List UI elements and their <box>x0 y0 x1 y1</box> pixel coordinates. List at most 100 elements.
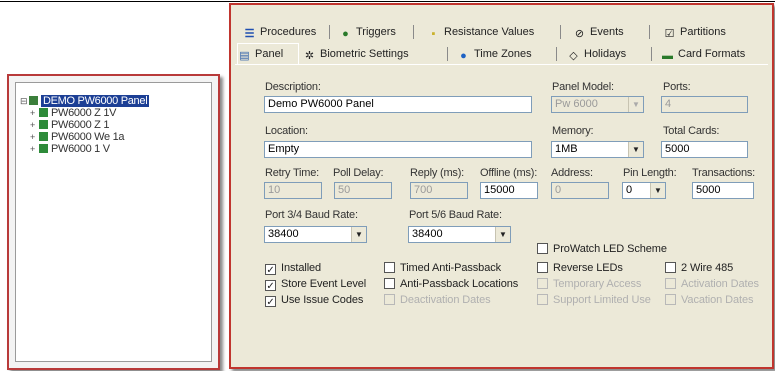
expand-icon[interactable]: + <box>30 107 37 119</box>
offline-label: Offline (ms): <box>480 167 538 179</box>
tab-label: Procedures <box>260 26 317 38</box>
vacation-dates-checkbox[interactable]: Vacation Dates <box>665 294 753 307</box>
events-icon: ⊘ <box>574 28 585 40</box>
biometric-icon: ✲ <box>304 50 315 62</box>
description-label: Description: <box>265 81 321 93</box>
chevron-down-icon[interactable]: ▼ <box>628 97 643 112</box>
checkbox-box[interactable] <box>537 294 548 305</box>
holidays-icon: ◇ <box>569 50 578 62</box>
two-wire-485-checkbox[interactable]: 2 Wire 485 <box>665 262 733 275</box>
checkbox-box[interactable] <box>384 262 395 273</box>
tab-resistance-values[interactable]: ▪ Resistance Values <box>427 23 535 41</box>
tab-label: Holidays <box>584 48 627 60</box>
description-input[interactable]: Demo PW6000 Panel <box>264 96 532 113</box>
checkbox-box[interactable] <box>384 278 395 289</box>
checkbox-label: Store Event Level <box>281 278 367 290</box>
card-icon: ▬ <box>662 50 673 62</box>
retry-time-label: Retry Time: <box>265 167 320 179</box>
tab-holidays[interactable]: ◇ Holidays <box>567 45 626 63</box>
tree-item-label: PW6000 1 V <box>51 143 110 155</box>
checkbox-box[interactable] <box>537 278 548 289</box>
tree-item-root[interactable]: ⊟ DEMO PW6000 Panel <box>20 95 150 107</box>
expand-icon[interactable]: + <box>30 119 37 131</box>
checkbox-label: Anti-Passback Locations <box>400 278 519 290</box>
collapse-icon[interactable]: ⊟ <box>20 95 28 107</box>
installed-checkbox[interactable]: ✓ Installed <box>265 262 321 276</box>
expand-icon[interactable]: + <box>30 131 37 143</box>
tab-triggers[interactable]: ● Triggers <box>339 23 396 41</box>
prowatch-led-checkbox[interactable]: ProWatch LED Scheme <box>537 243 667 256</box>
tab-divider <box>235 64 768 65</box>
tab-procedures[interactable]: ☰ Procedures <box>243 23 317 41</box>
tab-card-formats[interactable]: ▬ Card Formats <box>661 45 745 63</box>
checkbox-label: ProWatch LED Scheme <box>553 243 667 255</box>
port34-baud-select[interactable]: 38400 ▼ <box>264 226 367 243</box>
location-input[interactable]: Empty <box>264 141 532 158</box>
checkmark-icon[interactable]: ✓ <box>265 296 276 308</box>
panel-properties-dialog: ☰ Procedures ● Triggers ▪ Resistance Values… <box>229 3 774 369</box>
tab-panel[interactable]: ▤ Panel <box>237 43 299 64</box>
tab-row-back: ☰ Procedures ● Triggers ▪ Resistance Values… <box>233 23 770 41</box>
tab-events[interactable]: ⊘ Events <box>573 23 624 41</box>
ports-input[interactable]: 4 <box>661 96 748 113</box>
address-input[interactable]: 0 <box>551 182 609 199</box>
transactions-input[interactable]: 5000 <box>692 182 754 199</box>
port56-baud-select[interactable]: 38400 ▼ <box>408 226 511 243</box>
port56-baud-label: Port 5/6 Baud Rate: <box>409 209 502 221</box>
tab-label: Time Zones <box>474 48 532 60</box>
temporary-access-checkbox[interactable]: Temporary Access <box>537 278 641 291</box>
node-icon <box>39 120 48 129</box>
tab-label: Events <box>590 26 624 38</box>
checkmark-icon[interactable]: ✓ <box>265 280 276 292</box>
ports-label: Ports: <box>663 81 691 93</box>
activation-dates-checkbox[interactable]: Activation Dates <box>665 278 759 291</box>
checkmark-icon[interactable]: ✓ <box>265 264 276 276</box>
chevron-down-icon[interactable]: ▼ <box>495 227 510 242</box>
node-icon <box>39 108 48 117</box>
memory-label: Memory: <box>552 125 594 137</box>
site-tree[interactable]: ⊟ DEMO PW6000 Panel + PW6000 Z 1V + PW6000 … <box>15 82 212 362</box>
tree-item-label: PW6000 Z 1 <box>51 119 110 131</box>
tree-item[interactable]: + PW6000 1 V <box>30 143 110 155</box>
panel-model-label: Panel Model: <box>552 81 614 93</box>
checkbox-label: Deactivation Dates <box>400 294 491 306</box>
reply-input[interactable]: 700 <box>410 182 468 199</box>
chevron-down-icon[interactable]: ▼ <box>650 183 665 198</box>
checkbox-box[interactable] <box>665 278 676 289</box>
store-event-level-checkbox[interactable]: ✓ Store Event Level <box>265 278 367 292</box>
port56-baud-value: 38400 <box>412 228 443 240</box>
tree-item[interactable]: + PW6000 Z 1 <box>30 119 109 131</box>
anti-passback-locations-checkbox[interactable]: Anti-Passback Locations <box>384 278 518 291</box>
checkbox-label: Reverse LEDs <box>553 262 623 274</box>
deactivation-dates-checkbox[interactable]: Deactivation Dates <box>384 294 491 307</box>
expand-icon[interactable]: + <box>30 143 37 155</box>
node-icon <box>39 132 48 141</box>
tab-partitions[interactable]: ☑ Partitions <box>663 23 726 41</box>
checkbox-box[interactable] <box>665 262 676 273</box>
reverse-leds-checkbox[interactable]: Reverse LEDs <box>537 262 623 275</box>
pin-length-select[interactable]: 0 ▼ <box>622 182 666 199</box>
node-icon <box>39 144 48 153</box>
retry-time-input[interactable]: 10 <box>264 182 322 199</box>
chevron-down-icon[interactable]: ▼ <box>351 227 366 242</box>
timed-anti-passback-checkbox[interactable]: Timed Anti-Passback <box>384 262 501 275</box>
chevron-down-icon[interactable]: ▼ <box>628 142 643 157</box>
checkbox-box[interactable] <box>537 262 548 273</box>
panel-model-select[interactable]: Pw 6000 ▼ <box>551 96 644 113</box>
checkbox-box[interactable] <box>537 243 548 254</box>
checkbox-box[interactable] <box>384 294 395 305</box>
memory-select[interactable]: 1MB ▼ <box>551 141 644 158</box>
checkbox-box[interactable] <box>665 294 676 305</box>
tree-item[interactable]: + PW6000 We 1a <box>30 131 125 143</box>
tab-time-zones[interactable]: ● Time Zones <box>457 45 532 63</box>
tree-item[interactable]: + PW6000 Z 1V <box>30 107 116 119</box>
tab-biometric-settings[interactable]: ✲ Biometric Settings <box>303 45 409 63</box>
tab-label: Partitions <box>680 26 726 38</box>
total-cards-input[interactable]: 5000 <box>661 141 748 158</box>
support-limited-use-checkbox[interactable]: Support Limited Use <box>537 294 651 307</box>
offline-input[interactable]: 15000 <box>480 182 538 199</box>
poll-delay-input[interactable]: 50 <box>334 182 392 199</box>
use-issue-codes-checkbox[interactable]: ✓ Use Issue Codes <box>265 294 363 308</box>
triggers-icon: ● <box>342 28 349 40</box>
pin-length-value: 0 <box>626 184 633 196</box>
